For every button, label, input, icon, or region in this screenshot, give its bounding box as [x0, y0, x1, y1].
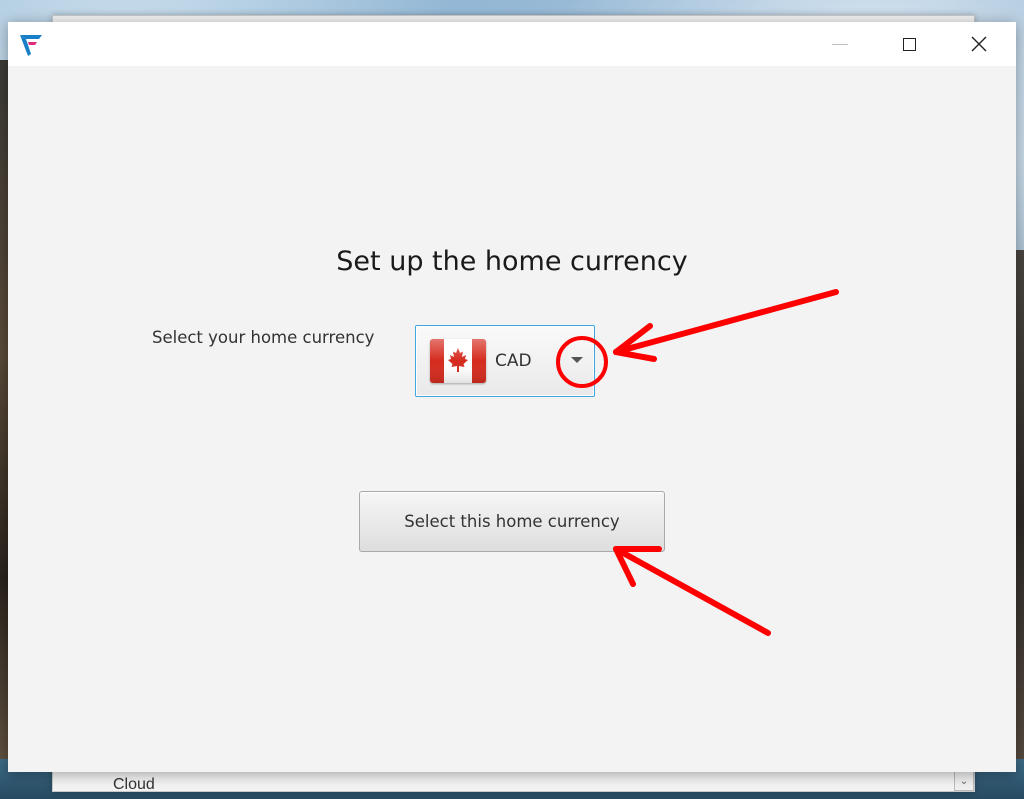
desktop-background: Cloud ⌄ Set up the home currency Select	[0, 0, 1024, 799]
background-window-label: Cloud	[113, 776, 155, 793]
currency-setup-window: Set up the home currency Select your hom…	[8, 22, 1016, 772]
home-currency-label: Select your home currency	[152, 328, 375, 347]
close-button[interactable]	[956, 22, 1002, 66]
select-home-currency-button[interactable]: Select this home currency	[359, 491, 665, 552]
page-title: Set up the home currency	[336, 246, 688, 277]
canada-flag-icon	[430, 339, 486, 383]
title-bar[interactable]	[8, 22, 1016, 66]
home-currency-dropdown[interactable]: CAD	[415, 325, 595, 397]
minimize-button[interactable]	[817, 22, 863, 66]
maximize-icon	[902, 37, 916, 51]
close-icon	[971, 36, 987, 52]
background-scroll-down-icon[interactable]: ⌄	[954, 771, 974, 791]
maximize-button[interactable]	[886, 22, 932, 66]
minimize-icon	[832, 43, 848, 45]
selected-currency-code: CAD	[495, 351, 532, 371]
app-logo-icon	[20, 35, 42, 56]
dropdown-arrow-icon[interactable]	[571, 357, 583, 363]
